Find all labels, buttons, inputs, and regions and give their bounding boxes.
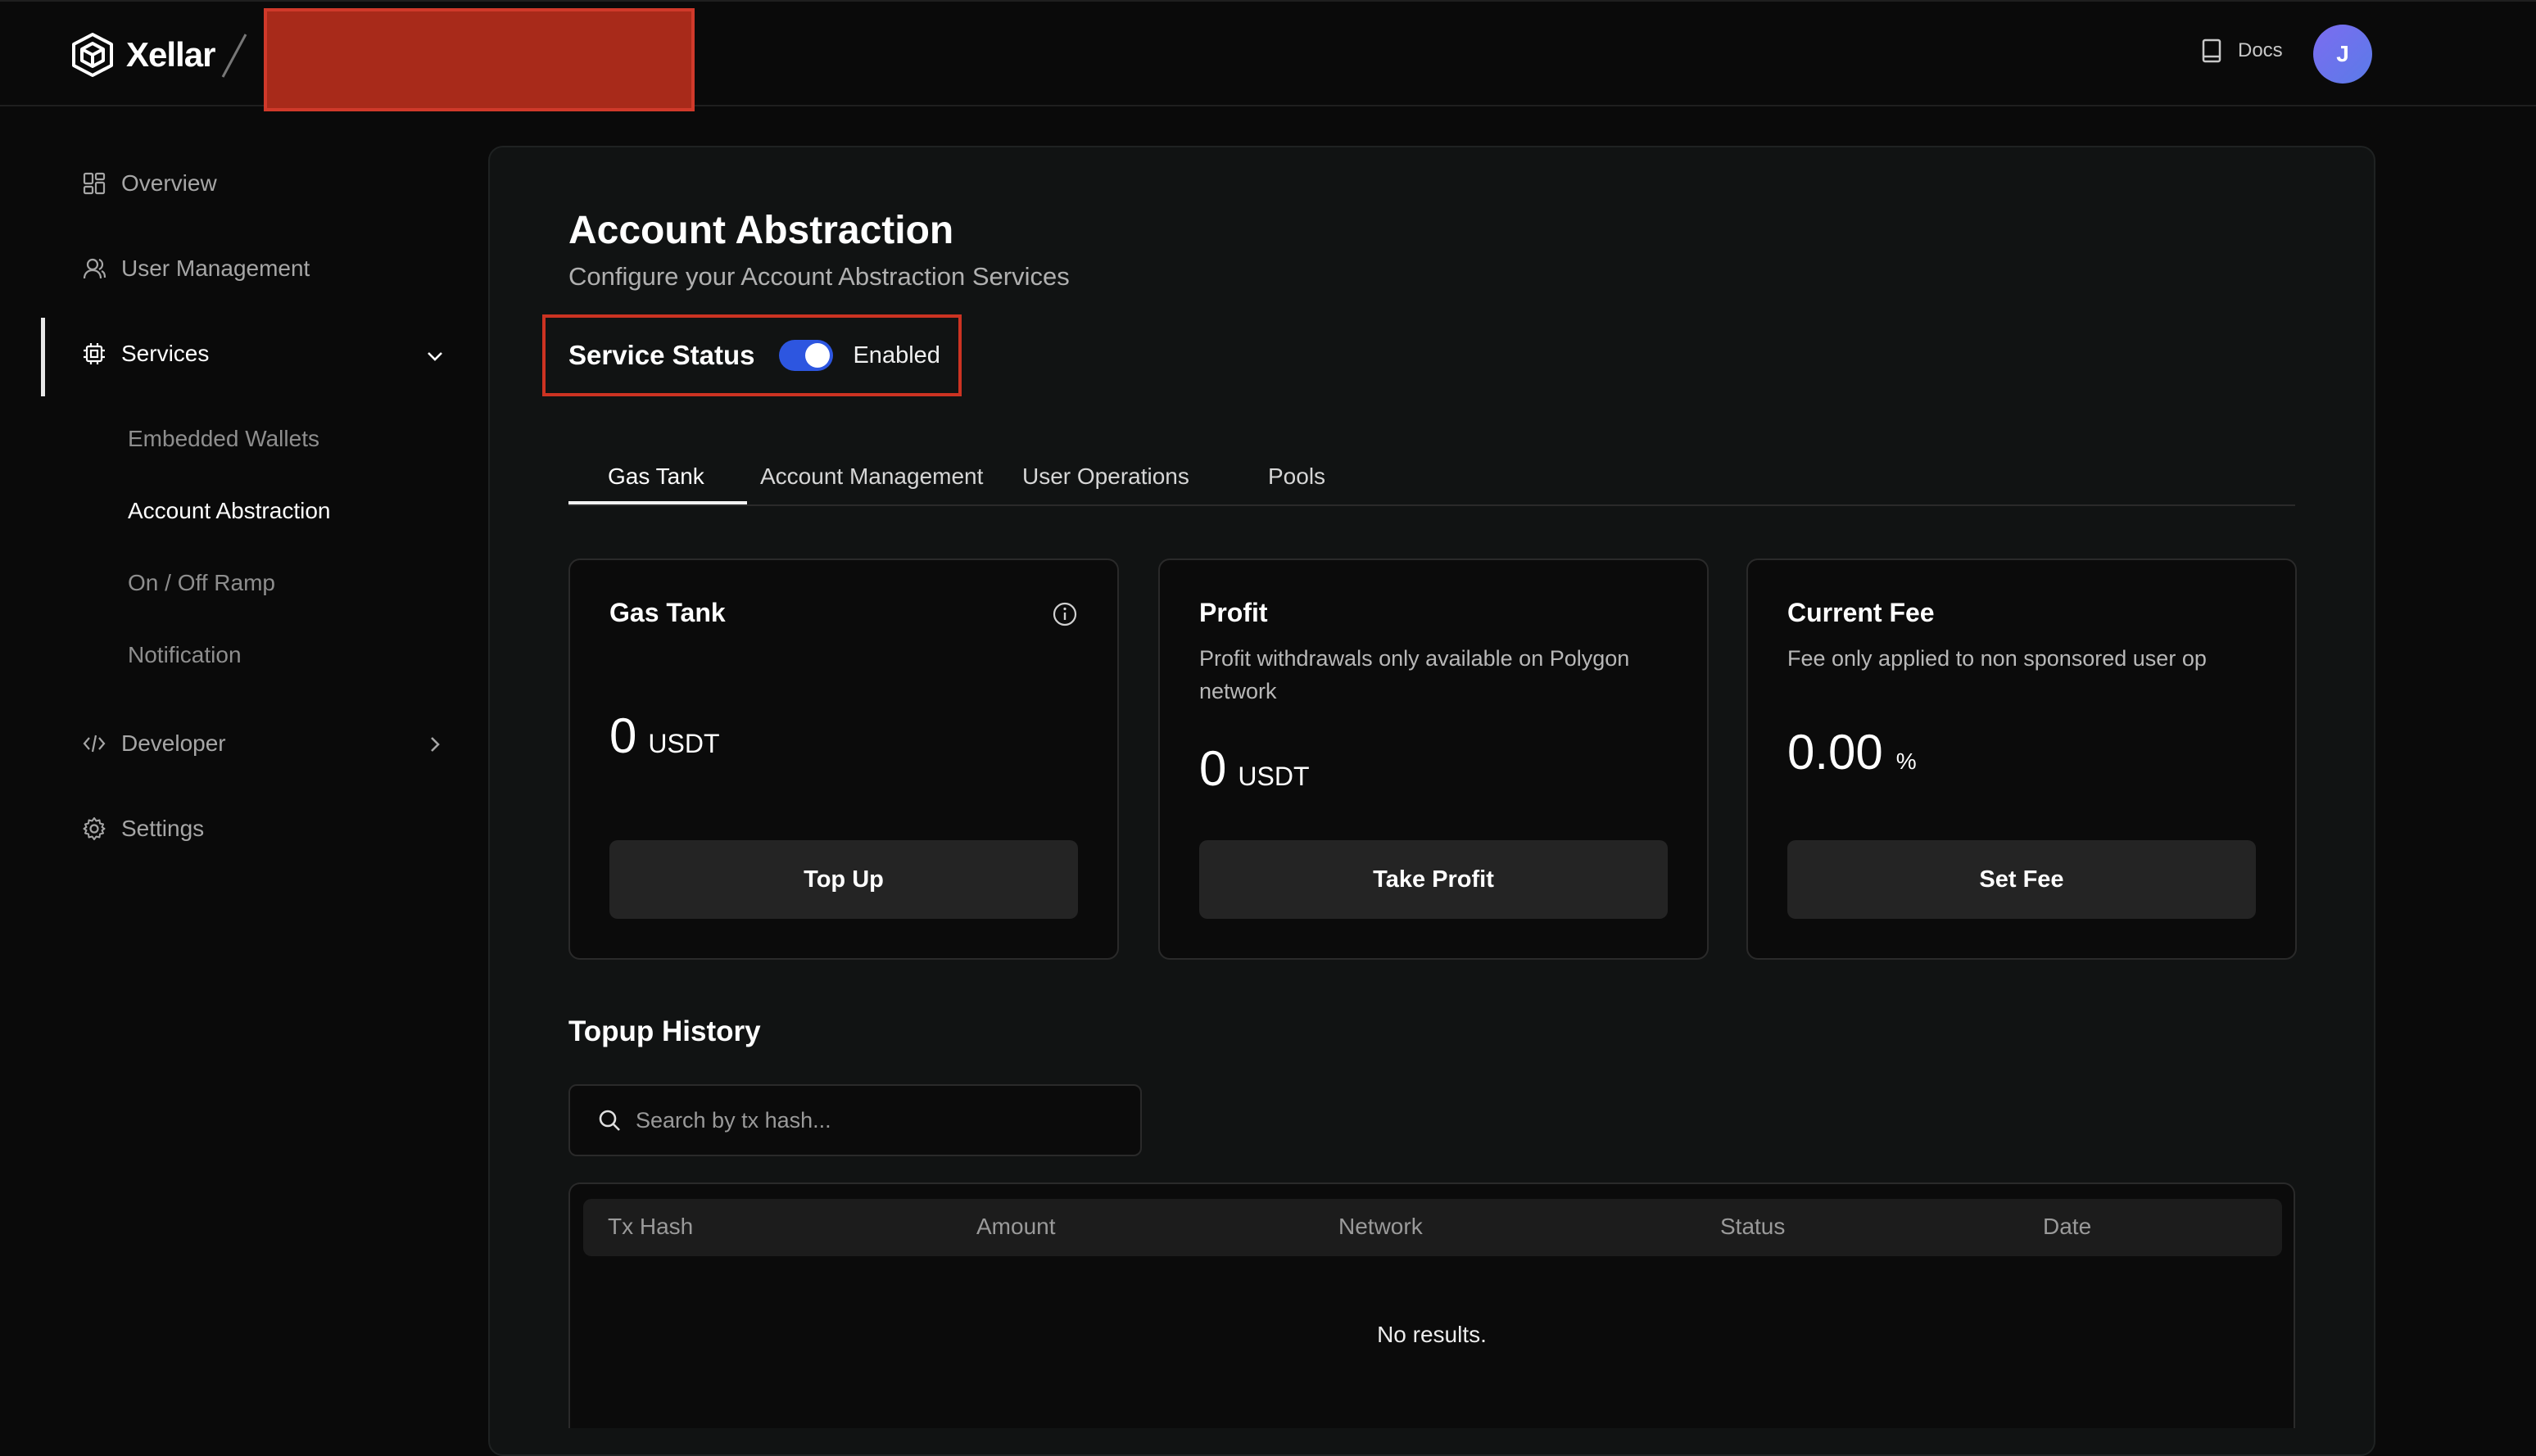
- take-profit-button[interactable]: Take Profit: [1199, 840, 1668, 919]
- card-title: Current Fee: [1787, 598, 1935, 627]
- tab-gas-tank[interactable]: Gas Tank: [608, 463, 704, 490]
- chip-icon: [84, 343, 105, 364]
- docs-label: Docs: [2238, 39, 2283, 61]
- info-icon[interactable]: [1052, 601, 1078, 627]
- sidebar-subitem-account-abstraction[interactable]: Account Abstraction: [128, 498, 330, 524]
- sidebar-item-label: Settings: [121, 816, 205, 841]
- page-title: Account Abstraction: [568, 209, 954, 252]
- table-header: Tx Hash Amount Network Status Date: [583, 1199, 2282, 1256]
- sidebar-item-label: Developer: [121, 730, 226, 756]
- brand-logo[interactable]: Xellar: [70, 29, 215, 80]
- set-fee-button[interactable]: Set Fee: [1787, 840, 2256, 919]
- search-icon: [599, 1110, 620, 1131]
- search-input[interactable]: [636, 1107, 1111, 1133]
- search-box: [568, 1084, 1142, 1156]
- tab-bar: Gas Tank Account Management User Operati…: [568, 459, 2295, 506]
- gas-tank-value: 0: [609, 708, 637, 763]
- profit-value: 0: [1199, 741, 1227, 796]
- sidebar-item-settings[interactable]: Settings: [82, 816, 204, 842]
- brand-name: Xellar: [126, 35, 215, 74]
- service-status-value: Enabled: [853, 341, 940, 369]
- card-title: Profit: [1199, 598, 1268, 627]
- card-title: Gas Tank: [609, 598, 726, 627]
- user-icon: [83, 258, 106, 279]
- column-header-status[interactable]: Status: [1720, 1214, 1785, 1240]
- gear-icon: [83, 817, 106, 840]
- current-fee-unit: %: [1895, 748, 1917, 774]
- table-empty-state: No results.: [1377, 1322, 1487, 1347]
- topup-history-table: Tx Hash Amount Network Status Date No re…: [568, 1182, 2295, 1428]
- column-header-date[interactable]: Date: [2043, 1214, 2091, 1240]
- gas-tank-card: Gas Tank 0 USDT Top Up: [568, 558, 1119, 960]
- column-header-amount[interactable]: Amount: [976, 1214, 1056, 1240]
- sidebar-item-label: Services: [121, 341, 210, 366]
- gas-tank-unit: USDT: [648, 729, 720, 758]
- page-subtitle: Configure your Account Abstraction Servi…: [568, 262, 1070, 291]
- service-status: Service Status Enabled: [542, 314, 962, 396]
- tab-pools[interactable]: Pools: [1268, 463, 1325, 490]
- tab-user-operations[interactable]: User Operations: [1022, 463, 1189, 490]
- sidebar-item-overview[interactable]: Overview: [82, 170, 217, 197]
- grid-icon: [83, 172, 106, 195]
- profit-unit: USDT: [1238, 762, 1310, 791]
- tab-account-management[interactable]: Account Management: [760, 463, 983, 490]
- current-fee-value: 0.00: [1787, 725, 1883, 780]
- chevron-right-icon[interactable]: [424, 734, 446, 755]
- breadcrumb-separator-icon: [221, 34, 247, 78]
- top-up-button[interactable]: Top Up: [609, 840, 1078, 919]
- sidebar-subitem-on-off-ramp[interactable]: On / Off Ramp: [128, 570, 275, 596]
- book-icon: [2202, 38, 2221, 63]
- sidebar-item-developer[interactable]: Developer: [82, 730, 226, 757]
- column-header-network[interactable]: Network: [1338, 1214, 1423, 1240]
- sidebar-subitem-embedded-wallets[interactable]: Embedded Wallets: [128, 426, 319, 452]
- current-fee-display: 0.00 %: [1787, 724, 1917, 780]
- code-icon: [83, 735, 106, 753]
- sidebar: Overview User Management Services Embedd…: [0, 108, 475, 1428]
- card-description: Fee only applied to non sponsored user o…: [1787, 646, 2207, 671]
- hexagon-cube-icon: [72, 33, 113, 77]
- docs-link[interactable]: Docs: [2200, 38, 2283, 64]
- active-indicator: [41, 318, 45, 396]
- toggle-knob: [805, 343, 831, 368]
- current-fee-card: Current Fee Fee only applied to non spon…: [1746, 558, 2297, 960]
- sidebar-item-label: Overview: [121, 170, 217, 196]
- sidebar-subitem-notification[interactable]: Notification: [128, 642, 242, 668]
- topup-history-title: Topup History: [568, 1015, 761, 1047]
- card-description: Profit withdrawals only available on Pol…: [1199, 646, 1630, 703]
- redacted-project-name: [264, 8, 695, 111]
- column-header-tx-hash[interactable]: Tx Hash: [608, 1214, 693, 1240]
- service-status-toggle[interactable]: [779, 340, 834, 371]
- active-tab-underline: [568, 501, 747, 504]
- profit-card: Profit Profit withdrawals only available…: [1158, 558, 1709, 960]
- chevron-down-icon[interactable]: [424, 346, 446, 367]
- profit-balance: 0 USDT: [1199, 740, 1309, 797]
- sidebar-item-services[interactable]: Services: [82, 341, 209, 367]
- gas-tank-balance: 0 USDT: [609, 708, 719, 764]
- sidebar-item-user-management[interactable]: User Management: [82, 255, 310, 282]
- sidebar-item-label: User Management: [121, 255, 310, 281]
- service-status-label: Service Status: [568, 340, 755, 370]
- top-bar: Xellar Docs J: [0, 0, 2536, 111]
- user-avatar[interactable]: J: [2313, 25, 2372, 84]
